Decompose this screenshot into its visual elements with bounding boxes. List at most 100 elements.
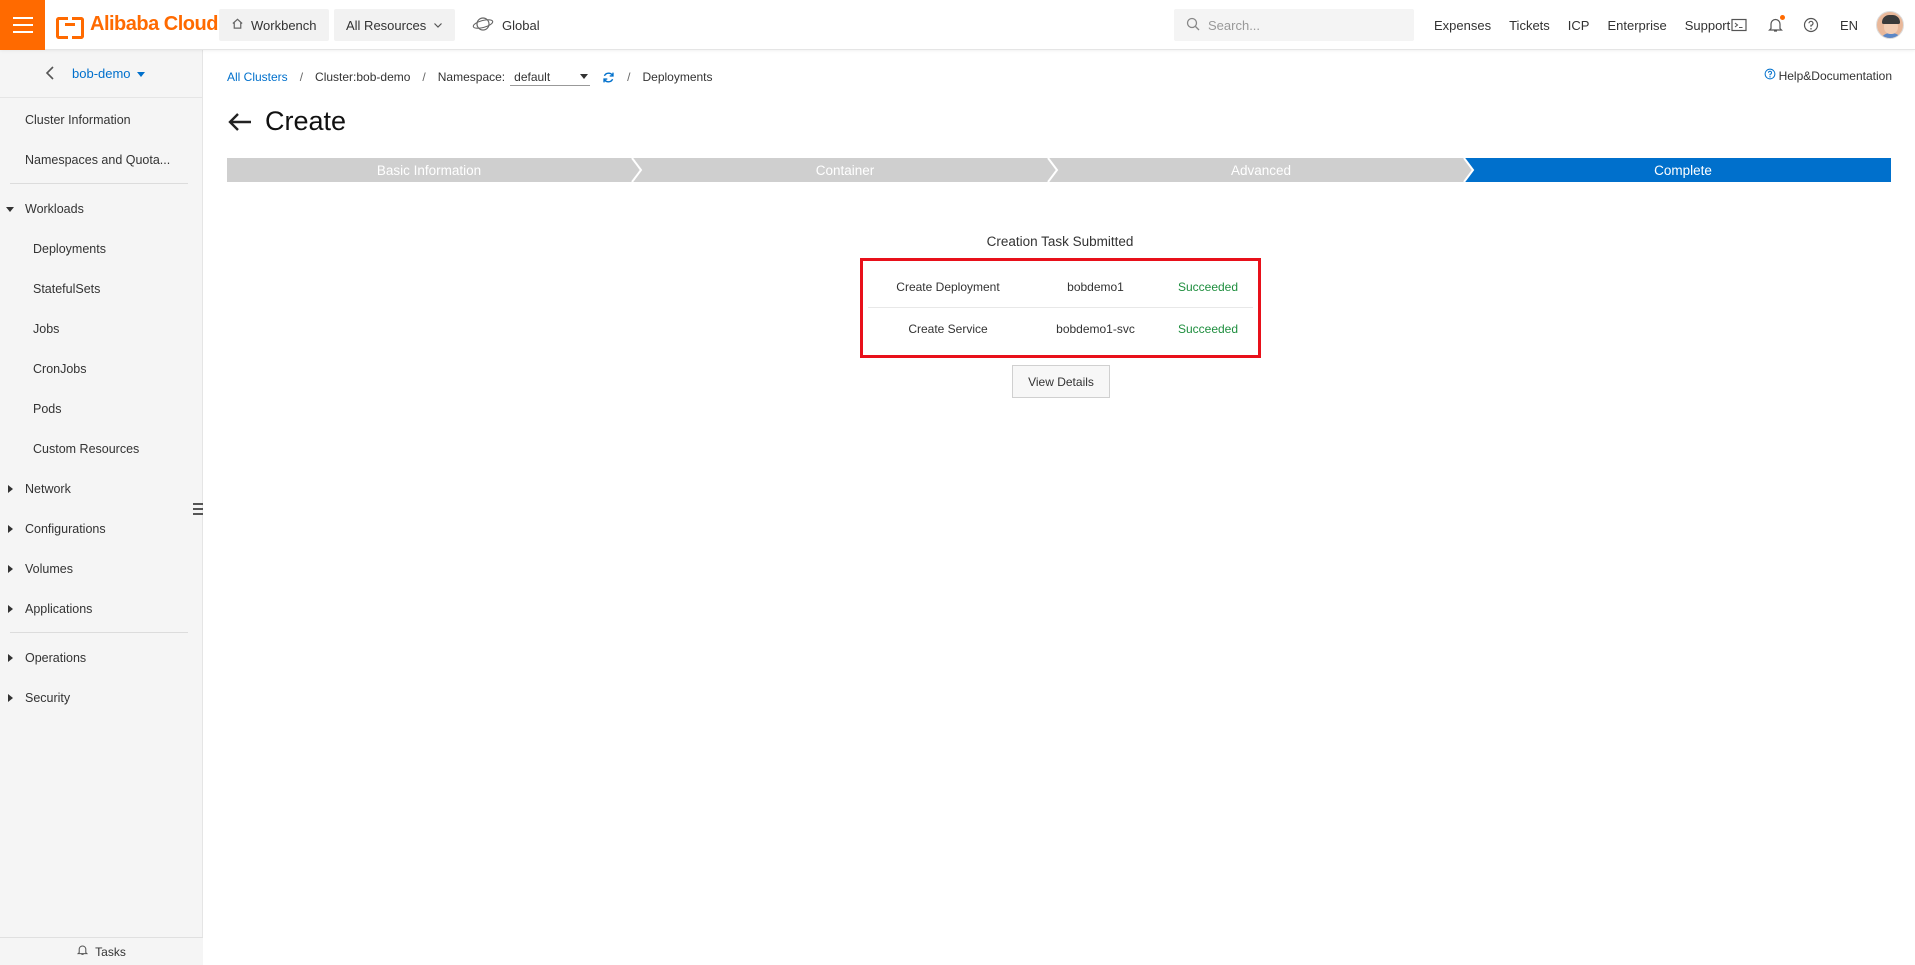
help-circle-icon[interactable]: [1800, 14, 1822, 36]
all-resources-dropdown[interactable]: All Resources: [334, 9, 456, 41]
sidebar-item-security[interactable]: Security: [0, 680, 203, 716]
search-input[interactable]: [1208, 17, 1398, 33]
task-resource-name: bobdemo1-svc: [1056, 322, 1135, 336]
sidebar-collapse-icon[interactable]: [193, 500, 203, 518]
sidebar-item-namespaces[interactable]: Namespaces and Quota...: [0, 142, 203, 178]
breadcrumb-separator: /: [422, 70, 426, 84]
top-links: Expenses Tickets ICP Enterprise Support: [1425, 0, 1739, 50]
tickets-link[interactable]: Tickets: [1500, 18, 1559, 33]
alibaba-cloud-logo[interactable]: Alibaba Cloud: [56, 13, 218, 39]
page-header: Create: [227, 106, 346, 137]
sidebar-item-cluster-information[interactable]: Cluster Information: [0, 102, 203, 138]
sidebar-header: bob-demo: [0, 50, 202, 98]
view-details-button[interactable]: View Details: [1012, 365, 1110, 398]
sidebar-item-deployments[interactable]: Deployments: [0, 231, 203, 267]
caret-right-icon: [8, 485, 13, 493]
refresh-icon[interactable]: [602, 71, 615, 84]
step-advanced: Advanced: [1059, 158, 1463, 182]
step-container: Container: [643, 158, 1047, 182]
top-bar: Alibaba Cloud Workbench All Resources Gl…: [0, 0, 1915, 50]
search-box[interactable]: [1174, 9, 1414, 41]
back-arrow-icon[interactable]: [227, 112, 253, 132]
table-row: Create Service bobdemo1-svc Succeeded: [868, 308, 1253, 350]
caret-right-icon: [8, 525, 13, 533]
sidebar-item-custom-resources[interactable]: Custom Resources: [0, 431, 203, 467]
sidebar-item-label: Deployments: [33, 242, 106, 256]
sidebar-item-operations[interactable]: Operations: [0, 640, 203, 676]
chevron-left-icon[interactable]: [44, 65, 56, 84]
sidebar-item-label: Workloads: [25, 202, 84, 216]
sidebar-item-workloads[interactable]: Workloads: [0, 191, 203, 227]
caret-down-icon: [580, 74, 589, 79]
sidebar-item-label: Cluster Information: [25, 113, 131, 127]
task-status: Succeeded: [1177, 279, 1239, 294]
notification-dot: [1780, 15, 1785, 20]
caret-down-icon: [6, 206, 14, 212]
sidebar-item-label: Jobs: [33, 322, 60, 336]
all-resources-label: All Resources: [346, 17, 427, 33]
caret-right-icon: [8, 654, 13, 662]
breadcrumb-all-clusters[interactable]: All Clusters: [227, 70, 288, 84]
menu-icon[interactable]: [0, 0, 45, 50]
enterprise-link[interactable]: Enterprise: [1598, 18, 1675, 33]
step-basic-information: Basic Information: [227, 158, 631, 182]
tasks-button[interactable]: Tasks: [0, 937, 203, 965]
step-chevron: [1045, 158, 1059, 182]
top-icons: EN: [1728, 0, 1858, 50]
home-icon: [231, 17, 244, 33]
help-documentation-link[interactable]: Help&Documentation: [1764, 68, 1892, 83]
step-label: Container: [815, 162, 875, 178]
step-chevron: [629, 158, 643, 182]
sidebar: bob-demo Cluster Information Namespaces …: [0, 50, 203, 965]
sidebar-item-label: Security: [25, 691, 71, 705]
sidebar-item-pods[interactable]: Pods: [0, 391, 203, 427]
sidebar-item-cronjobs[interactable]: CronJobs: [0, 351, 203, 387]
sidebar-item-volumes[interactable]: Volumes: [0, 551, 203, 587]
table-row: Create Deployment bobdemo1 Succeeded: [868, 266, 1253, 308]
cluster-name: bob-demo: [72, 66, 131, 81]
step-complete: Complete: [1475, 158, 1891, 182]
breadcrumb-cluster: Cluster:bob-demo: [315, 70, 411, 84]
breadcrumb-current: Deployments: [642, 70, 713, 84]
globe-icon: [472, 15, 494, 36]
bell-icon[interactable]: [1764, 14, 1786, 36]
icp-link[interactable]: ICP: [1559, 18, 1599, 33]
cluster-selector[interactable]: bob-demo: [72, 66, 145, 81]
logo-icon: [56, 14, 84, 39]
main-content: All Clusters / Cluster:bob-demo / Namesp…: [204, 50, 1915, 965]
task-resource-name: bobdemo1: [1067, 279, 1124, 294]
sidebar-item-label: Namespaces and Quota...: [25, 153, 171, 167]
result-title: Creation Task Submitted: [986, 234, 1134, 249]
breadcrumb-separator: /: [299, 70, 304, 84]
bell-icon: [77, 944, 89, 959]
sidebar-item-network[interactable]: Network: [0, 471, 203, 507]
sidebar-item-jobs[interactable]: Jobs: [0, 311, 203, 347]
sidebar-item-label: Configurations: [25, 522, 106, 536]
caret-right-icon: [8, 605, 13, 613]
region-selector[interactable]: Global: [472, 15, 540, 36]
step-progress: Basic Information Container Advanced Com…: [227, 158, 1891, 182]
workbench-button[interactable]: Workbench: [219, 9, 329, 41]
expenses-link[interactable]: Expenses: [1425, 18, 1500, 33]
sidebar-item-label: Network: [25, 482, 71, 496]
task-list-highlight: Create Deployment bobdemo1 Succeeded Cre…: [860, 258, 1261, 358]
task-status: Succeeded: [1177, 322, 1239, 336]
tasks-label: Tasks: [95, 944, 126, 959]
user-avatar[interactable]: [1876, 11, 1904, 39]
step-label: Advanced: [1230, 162, 1292, 178]
namespace-select[interactable]: default: [510, 68, 591, 86]
chevron-down-icon: [433, 18, 443, 33]
help-label: Help&Documentation: [1778, 68, 1892, 83]
workbench-label: Workbench: [251, 17, 317, 33]
sidebar-item-applications[interactable]: Applications: [0, 591, 203, 627]
logo-text: Alibaba Cloud: [90, 13, 218, 35]
terminal-icon[interactable]: [1728, 14, 1750, 36]
sidebar-divider: [10, 632, 188, 633]
creation-result: Creation Task Submitted Create Deploymen…: [860, 234, 1261, 398]
sidebar-item-label: Custom Resources: [33, 442, 140, 456]
caret-down-icon: [136, 72, 145, 77]
sidebar-item-label: CronJobs: [33, 362, 87, 376]
language-selector[interactable]: EN: [1840, 18, 1858, 33]
sidebar-item-configurations[interactable]: Configurations: [0, 511, 203, 547]
sidebar-item-statefulsets[interactable]: StatefulSets: [0, 271, 203, 307]
